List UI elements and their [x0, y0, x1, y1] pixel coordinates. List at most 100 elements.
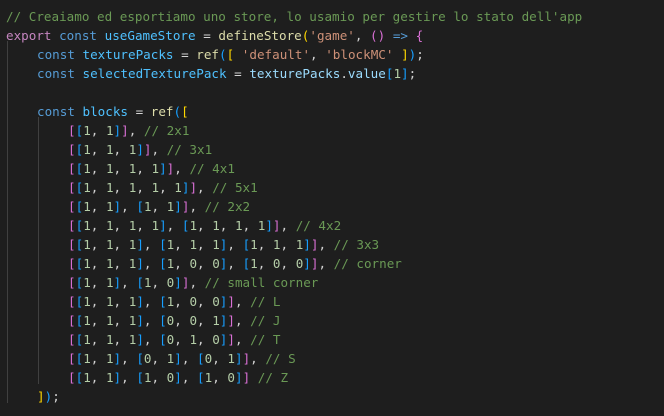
code-token-punctuation: , — [90, 351, 106, 366]
code-token-punctuation: , — [174, 313, 190, 328]
code-token-bracket: [ — [68, 351, 76, 366]
code-editor[interactable]: // Creaiamo ed esportiamo uno store, lo … — [0, 0, 664, 416]
code-token-bracket: ] — [174, 199, 182, 214]
code-token-storage-keyword: const — [37, 104, 75, 119]
code-token-bracket: ] — [303, 256, 311, 271]
code-token-bracket: [ — [159, 313, 167, 328]
code-token-punctuation: , — [121, 370, 137, 385]
code-token-bracket: [ — [159, 294, 167, 309]
code-token-storage-keyword: const — [37, 47, 75, 62]
code-token-comment: // J — [250, 313, 281, 328]
code-token-bracket: { — [415, 28, 424, 43]
code-token-bracket: ] — [234, 370, 243, 385]
code-token-bracket: [ — [68, 370, 76, 385]
code-token-punctuation — [75, 104, 83, 119]
code-line[interactable]: [[1, 1, 1], [1, 0, 0]], // L — [68, 292, 281, 311]
code-token-punctuation: , — [90, 218, 106, 233]
code-token-number-literal: 1 — [105, 142, 114, 157]
code-line[interactable]: const selectedTexturePack = texturePacks… — [37, 64, 416, 83]
code-token-punctuation — [75, 66, 83, 81]
code-line[interactable]: [[1, 1, 1], [0, 1, 0]], // T — [68, 330, 281, 349]
code-token-punctuation — [385, 28, 393, 43]
code-token-punctuation: , — [113, 313, 129, 328]
code-token-punctuation: , — [143, 237, 160, 252]
code-token-punctuation: , — [197, 332, 213, 347]
code-line[interactable]: [[1, 1]], // 2x1 — [68, 121, 189, 140]
code-line[interactable]: [[1, 1, 1]], // 3x1 — [68, 140, 212, 159]
code-token-number-literal: 0 — [189, 294, 198, 309]
code-token-number-literal: 1 — [212, 237, 220, 252]
code-line[interactable]: [[1, 1, 1, 1], [1, 1, 1, 1]], // 4x2 — [68, 216, 341, 235]
code-token-bracket: ] — [401, 66, 409, 81]
code-line[interactable]: export const useGameStore = defineStore (… — [6, 26, 423, 45]
code-token-number-literal: 0 — [212, 294, 220, 309]
code-token-number-literal: 0 — [212, 256, 220, 271]
code-line[interactable]: [[1, 1, 1, 1, 1]], // 5x1 — [68, 178, 258, 197]
code-line[interactable]: const blocks = ref([ — [37, 102, 189, 121]
code-token-punctuation: , — [151, 142, 167, 157]
code-token-number-literal: 0 — [227, 370, 235, 385]
code-line[interactable]: [[1, 1, 1], [0, 0, 1]], // J — [68, 311, 281, 330]
code-token-punctuation — [75, 47, 83, 62]
code-token-constant-name: texturePacks — [82, 47, 174, 62]
code-token-bracket: ] — [113, 123, 122, 138]
code-token-punctuation: , — [257, 256, 273, 271]
code-token-punctuation — [52, 28, 60, 43]
code-token-punctuation: , — [113, 161, 129, 176]
code-line[interactable]: ]); — [37, 387, 60, 406]
code-token-bracket: ] — [265, 218, 273, 233]
code-token-punctuation: , — [121, 275, 137, 290]
code-token-bracket: ] — [174, 370, 182, 385]
code-token-number-literal: 1 — [143, 275, 152, 290]
code-token-bracket: [ — [68, 275, 76, 290]
code-token-punctuation: , — [197, 256, 213, 271]
code-token-number-literal: 1 — [174, 180, 182, 195]
code-token-punctuation: , — [90, 294, 106, 309]
code-line[interactable]: const texturePacks = ref([ 'default', 'b… — [37, 45, 424, 64]
code-token-punctuation: , — [234, 313, 251, 328]
code-token-bracket: [ — [136, 199, 144, 214]
code-token-punctuation: , — [189, 199, 205, 214]
code-line[interactable]: // Creaiamo ed esportiamo uno store, lo … — [6, 7, 582, 26]
code-token-punctuation: , — [250, 351, 266, 366]
code-line[interactable]: [[1, 1, 1, 1]], // 4x1 — [68, 159, 235, 178]
code-token-punctuation: , — [174, 237, 190, 252]
code-line[interactable]: [[1, 1], [1, 1]], // 2x2 — [68, 197, 250, 216]
code-line[interactable]: [[1, 1], [1, 0]], // small corner — [68, 273, 318, 292]
code-token-punctuation: , — [189, 275, 205, 290]
code-token-bracket: ] — [189, 180, 198, 195]
code-token-punctuation: , — [121, 351, 137, 366]
code-token-punctuation: , — [90, 256, 106, 271]
code-token-bracket: [ — [197, 351, 205, 366]
code-token-bracket: ] — [136, 294, 144, 309]
code-token-comment: // 3x3 — [333, 237, 380, 252]
code-token-number-literal: 1 — [393, 66, 402, 81]
code-line[interactable]: [[1, 1], [1, 0], [1, 0]] // Z — [68, 368, 288, 387]
code-token-bracket: ] — [121, 123, 129, 138]
code-token-constant-name: blocks — [82, 104, 129, 119]
code-token-punctuation: = — [128, 104, 151, 119]
code-token-bracket: ] — [136, 256, 144, 271]
code-token-bracket: [ — [136, 275, 144, 290]
code-token-punctuation: , — [280, 218, 296, 233]
code-token-string-literal: 'default' — [241, 47, 311, 62]
code-token-bracket: [ — [68, 161, 76, 176]
code-token-punctuation — [408, 28, 416, 43]
code-token-number-literal: 1 — [189, 218, 198, 233]
code-token-bracket: ( — [219, 47, 227, 62]
code-token-punctuation: , — [234, 332, 251, 347]
code-token-punctuation: , — [90, 313, 106, 328]
code-token-comment: // 2x2 — [204, 199, 251, 214]
code-token-punctuation — [97, 28, 105, 43]
code-line[interactable]: [[1, 1, 1], [1, 0, 0], [1, 0, 0]], // co… — [68, 254, 402, 273]
code-token-number-literal: 1 — [272, 237, 281, 252]
code-token-bracket: ] — [159, 161, 167, 176]
code-token-number-literal: 1 — [227, 351, 235, 366]
code-token-punctuation: , — [212, 351, 228, 366]
code-token-number-literal: 1 — [189, 332, 198, 347]
code-token-number-literal: 1 — [83, 199, 91, 214]
code-token-punctuation: , — [151, 275, 167, 290]
code-line[interactable]: [[1, 1, 1], [1, 1, 1], [1, 1, 1]], // 3x… — [68, 235, 379, 254]
code-token-bracket: [ — [68, 332, 76, 347]
code-line[interactable]: [[1, 1], [0, 1], [0, 1]], // S — [68, 349, 296, 368]
